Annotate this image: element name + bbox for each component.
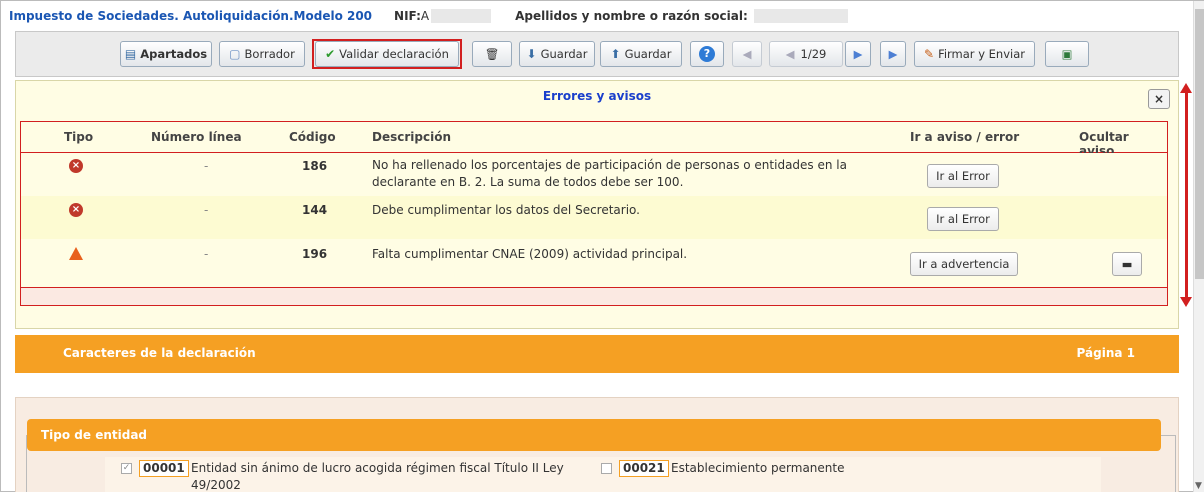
go-to-warning-button[interactable]: Ir a advertencia xyxy=(910,252,1018,276)
scrollbar-thumb[interactable] xyxy=(1195,9,1204,279)
sign-icon: ✎ xyxy=(924,47,935,61)
page-navigator[interactable]: ◀ 1/29 xyxy=(769,41,843,67)
row-codigo: 196 xyxy=(302,247,328,261)
hide-warning-button[interactable]: ▬ xyxy=(1112,252,1142,276)
form-title: Impuesto de Sociedades. Autoliquidación.… xyxy=(9,9,373,23)
row-descripcion: No ha rellenado los porcentajes de parti… xyxy=(372,158,847,189)
last-page-icon: ▶ xyxy=(888,47,898,61)
row-descripcion: Falta cumplimentar CNAE (2009) actividad… xyxy=(372,247,688,261)
apartados-button[interactable]: ▤ Apartados xyxy=(120,41,212,67)
code-00021: 00021 xyxy=(619,460,669,477)
header-bar: Impuesto de Sociedades. Autoliquidación.… xyxy=(1,1,1191,31)
app-window: Impuesto de Sociedades. Autoliquidación.… xyxy=(0,0,1204,492)
highlight-frame xyxy=(312,39,462,69)
section-page: Página 1 xyxy=(1076,346,1135,360)
scroll-down-icon[interactable]: ▼ xyxy=(1195,481,1202,491)
save-server-icon: ⬆ xyxy=(610,47,621,61)
col-descripcion: Descripción xyxy=(372,130,451,144)
go-to-error-button[interactable]: Ir al Error xyxy=(927,207,999,231)
delete-button[interactable]: 🗑 xyxy=(472,41,512,67)
checkbox-00001[interactable]: ✓ xyxy=(121,463,132,474)
entidad-header: Tipo de entidad xyxy=(27,419,1161,451)
redacted-nif xyxy=(431,9,492,23)
row-codigo: 186 xyxy=(302,159,328,173)
row-linea: - xyxy=(204,203,209,217)
error-icon: × xyxy=(69,159,83,173)
label-00021: Establecimiento permanente xyxy=(671,461,845,475)
label-00001-line2: 49/2002 xyxy=(191,478,241,492)
col-linea: Número línea xyxy=(151,130,242,144)
firmar-enviar-button[interactable]: ✎ Firmar y Enviar xyxy=(914,41,1035,67)
save-icon: ⬇ xyxy=(526,47,537,61)
next-page-button[interactable]: ▶ xyxy=(845,41,871,67)
prev-page-icon: ◀ xyxy=(785,47,795,61)
row-codigo: 144 xyxy=(302,203,328,217)
row-linea: - xyxy=(204,247,209,261)
table-header: Tipo Número línea Código Descripción Ir … xyxy=(21,122,1167,158)
printer-icon: ▣ xyxy=(1061,47,1073,61)
first-page-button[interactable]: ◀ xyxy=(732,41,762,67)
trash-icon: 🗑 xyxy=(484,47,500,61)
redacted-name xyxy=(753,9,848,23)
guardar-button[interactable]: ⬇ Guardar xyxy=(519,41,595,67)
errors-panel: Errores y avisos × Tipo Número línea Cód… xyxy=(15,80,1179,329)
checkbox-00021[interactable] xyxy=(601,463,612,474)
col-ir: Ir a aviso / error xyxy=(910,130,1020,144)
col-codigo: Código xyxy=(289,130,336,144)
table-row: × - 144 Debe cumplimentar los datos del … xyxy=(21,196,1167,239)
print-button[interactable]: ▣ xyxy=(1045,41,1089,67)
hide-icon: ▬ xyxy=(1121,257,1133,271)
borrador-button[interactable]: ▢ Borrador xyxy=(219,41,305,67)
nif-value: A xyxy=(420,9,430,23)
entidad-title: Tipo de entidad xyxy=(41,428,148,442)
table-row: × - 186 No ha rellenado los porcentajes … xyxy=(21,153,1167,196)
guardar-server-button[interactable]: ⬆ Guardar xyxy=(600,41,682,67)
sections-icon: ▤ xyxy=(124,47,137,61)
row-linea: - xyxy=(204,159,209,173)
go-to-error-button[interactable]: Ir al Error xyxy=(927,164,999,188)
row-descripcion: Debe cumplimentar los datos del Secretar… xyxy=(372,203,640,217)
table-row: - 196 Falta cumplimentar CNAE (2009) act… xyxy=(21,239,1167,287)
help-icon: ? xyxy=(699,46,715,62)
first-page-icon: ◀ xyxy=(742,47,752,61)
errors-table: Tipo Número línea Código Descripción Ir … xyxy=(20,121,1168,306)
scrollbar[interactable]: ▼ xyxy=(1193,1,1204,492)
section-header: Caracteres de la declaración Página 1 xyxy=(15,335,1179,373)
last-page-button[interactable]: ▶ xyxy=(880,41,906,67)
nif-label: NIF: xyxy=(394,9,421,23)
next-page-icon: ▶ xyxy=(853,47,863,61)
close-panel-button[interactable]: × xyxy=(1148,89,1170,109)
col-tipo: Tipo xyxy=(64,130,94,144)
toolbar: ▤ Apartados ▢ Borrador ✔ Validar declaració… xyxy=(15,31,1179,77)
error-icon: × xyxy=(69,203,83,217)
table-footer-row xyxy=(21,287,1167,305)
draft-icon: ▢ xyxy=(229,47,241,61)
warning-icon xyxy=(69,247,83,260)
help-button[interactable]: ? xyxy=(690,41,724,67)
resize-arrow xyxy=(1180,83,1192,307)
errors-panel-title: Errores y avisos xyxy=(542,89,652,103)
code-00001: 00001 xyxy=(139,460,189,477)
section-title: Caracteres de la declaración xyxy=(63,346,256,360)
label-00001: Entidad sin ánimo de lucro acogida régim… xyxy=(191,461,564,475)
name-label: Apellidos y nombre o razón social: xyxy=(515,9,748,23)
entidad-options: ✓ 00001 Entidad sin ánimo de lucro acogi… xyxy=(105,457,1101,492)
